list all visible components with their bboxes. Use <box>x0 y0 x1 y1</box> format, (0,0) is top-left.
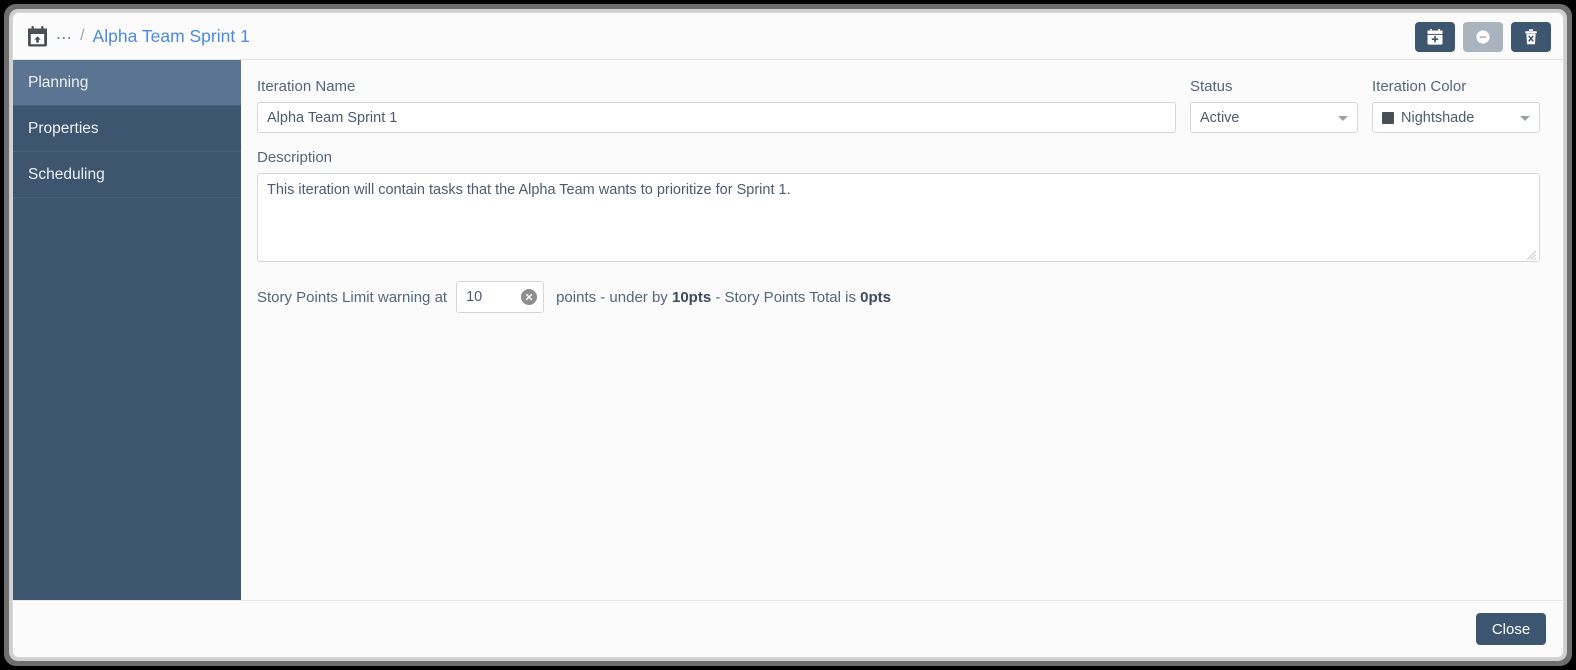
sidebar-item-properties[interactable]: Properties <box>13 106 241 152</box>
breadcrumb-ellipsis[interactable]: ... <box>56 25 72 43</box>
iteration-name-input[interactable] <box>257 102 1176 133</box>
story-points-under-by: 10pts <box>672 289 711 306</box>
description-field-group: Description This iteration will contain … <box>257 149 1540 262</box>
breadcrumb-separator: / <box>79 27 85 45</box>
iteration-dialog: ... / Alpha Team Sprint 1 <box>12 12 1564 658</box>
story-points-limit-field <box>456 281 544 313</box>
calendar-plus-icon <box>1426 28 1444 46</box>
description-textarea[interactable]: This iteration will contain tasks that t… <box>257 173 1540 262</box>
sidebar-item-planning[interactable]: Planning <box>13 60 241 106</box>
clear-circle-x-icon[interactable] <box>521 289 537 305</box>
description-value: This iteration will contain tasks that t… <box>267 181 1527 201</box>
status-selected-value: Active <box>1200 110 1240 126</box>
iteration-color-label: Iteration Color <box>1372 78 1540 95</box>
iteration-color-selected-value: Nightshade <box>1401 110 1474 126</box>
story-points-total-label: - Story Points Total is <box>715 289 856 306</box>
story-points-summary: points - under by 10pts - Story Points T… <box>556 289 891 306</box>
sidebar-item-scheduling[interactable]: Scheduling <box>13 152 241 198</box>
breadcrumb: ... / Alpha Team Sprint 1 <box>26 25 250 48</box>
resize-grip-icon[interactable] <box>1526 248 1537 259</box>
story-points-limit-label: Story Points Limit warning at <box>257 289 447 306</box>
top-field-row: Iteration Name Status Active Iteration C… <box>257 78 1540 133</box>
chevron-down-icon <box>1520 116 1530 121</box>
screen-root: ... / Alpha Team Sprint 1 <box>0 0 1576 670</box>
story-points-mid-text: points - under by <box>556 289 668 306</box>
iteration-color-select[interactable]: Nightshade <box>1372 102 1540 133</box>
chevron-down-icon <box>1338 116 1348 121</box>
iteration-name-field-group: Iteration Name <box>257 78 1176 133</box>
sidebar-item-label: Planning <box>28 74 88 92</box>
status-field-group: Status Active <box>1190 78 1358 133</box>
remove-button[interactable] <box>1463 22 1503 52</box>
iteration-name-label: Iteration Name <box>257 78 1176 95</box>
minus-circle-icon <box>1474 28 1492 46</box>
story-points-total-value: 0pts <box>860 289 891 306</box>
dialog-header: ... / Alpha Team Sprint 1 <box>13 13 1563 60</box>
sidebar-item-label: Properties <box>28 120 99 138</box>
main-panel: Iteration Name Status Active Iteration C… <box>241 60 1563 600</box>
close-button[interactable]: Close <box>1476 613 1546 645</box>
description-label: Description <box>257 149 1540 166</box>
status-label: Status <box>1190 78 1358 95</box>
breadcrumb-current[interactable]: Alpha Team Sprint 1 <box>93 26 250 47</box>
status-select[interactable]: Active <box>1190 102 1358 133</box>
header-actions <box>1415 22 1551 52</box>
calendar-upload-icon <box>26 25 49 48</box>
dialog-footer: Close <box>13 600 1563 657</box>
dialog-body: Planning Properties Scheduling Iteration… <box>13 60 1563 600</box>
delete-button[interactable] <box>1511 22 1551 52</box>
story-points-row: Story Points Limit warning at points - u… <box>257 281 1540 313</box>
sidebar-item-label: Scheduling <box>28 166 105 184</box>
iteration-color-field-group: Iteration Color Nightshade <box>1372 78 1540 133</box>
trash-x-icon <box>1522 28 1540 46</box>
sidebar: Planning Properties Scheduling <box>13 60 241 601</box>
add-iteration-button[interactable] <box>1415 22 1455 52</box>
color-swatch <box>1382 112 1394 124</box>
